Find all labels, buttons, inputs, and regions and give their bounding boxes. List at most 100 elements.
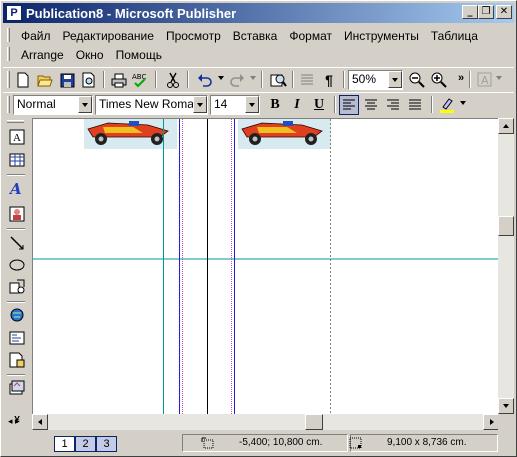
redo-icon[interactable] <box>227 70 247 90</box>
menu-view[interactable]: Просмотр <box>160 28 227 44</box>
vertical-scroll-thumb[interactable] <box>498 216 514 236</box>
html-fragment-icon[interactable] <box>7 350 27 370</box>
design-gallery-icon[interactable] <box>7 378 27 398</box>
menu-insert[interactable]: Вставка <box>227 28 284 44</box>
find-icon[interactable] <box>268 70 288 90</box>
zoom-in-icon[interactable] <box>429 70 449 90</box>
window-title: Publication8 - Microsoft Publisher <box>26 5 237 21</box>
size-icon <box>349 437 363 452</box>
menu-arrange[interactable]: Arrange <box>15 47 70 63</box>
zoom-out-icon[interactable] <box>407 70 427 90</box>
justify-icon <box>409 99 421 110</box>
restore-button[interactable]: ❐ <box>478 5 494 19</box>
line-icon[interactable] <box>7 233 27 253</box>
minimize-button[interactable]: _ <box>462 5 478 19</box>
zoom-select[interactable]: 50% <box>348 70 403 90</box>
menu-window[interactable]: Окно <box>70 47 110 63</box>
page-tab-1[interactable]: 1 <box>54 436 75 452</box>
pilcrow-icon[interactable]: ¶ <box>319 70 339 90</box>
underline-button[interactable]: U <box>309 95 329 115</box>
objects-toolbar: A A ¥ <box>3 118 30 432</box>
form-control-icon[interactable] <box>7 328 27 348</box>
highlight-icon[interactable] <box>437 95 457 115</box>
title-bar[interactable]: P Publication8 - Microsoft Publisher _ ❐… <box>3 3 514 23</box>
columns-icon[interactable] <box>297 70 317 90</box>
print-icon[interactable] <box>109 70 129 90</box>
bold-button[interactable]: B <box>265 95 285 115</box>
new-icon[interactable] <box>13 70 33 90</box>
scroll-down-button[interactable] <box>498 398 514 414</box>
custom-shapes-icon[interactable] <box>7 277 27 297</box>
menu-table[interactable]: Таблица <box>425 28 484 44</box>
menu-grip[interactable] <box>7 28 10 42</box>
format-painter-icon[interactable]: A <box>475 70 495 90</box>
horizontal-scrollbar[interactable] <box>32 414 499 430</box>
hot-spot-icon[interactable] <box>7 305 27 325</box>
race-car-image-right[interactable] <box>238 119 331 149</box>
menu-format[interactable]: Формат <box>283 28 338 44</box>
cut-icon[interactable] <box>163 70 183 90</box>
publisher-app-icon[interactable]: P <box>6 5 22 21</box>
publication-canvas[interactable] <box>32 118 499 414</box>
scroll-left-button[interactable] <box>32 414 48 430</box>
close-button[interactable]: ✕ <box>496 5 512 19</box>
toolbar-grip-2[interactable] <box>7 96 10 113</box>
zoom-dropdown-button[interactable] <box>388 71 402 88</box>
app-window: P Publication8 - Microsoft Publisher _ ❐… <box>0 0 517 457</box>
standard-toolbar: ABC ¶ 50% » A <box>3 67 514 91</box>
status-bar: 1 2 3 -5,400; 10,800 cm. 9,100 x 8,736 c… <box>3 432 514 454</box>
undo-icon[interactable] <box>195 70 215 90</box>
font-select[interactable]: Times New Roman <box>95 95 208 115</box>
zoom-value: 50% <box>352 72 377 86</box>
highlight-dropdown[interactable] <box>460 101 466 105</box>
table-frame-icon[interactable] <box>7 150 27 170</box>
spelling-icon[interactable]: ABC <box>131 70 151 90</box>
scroll-up-button[interactable] <box>498 118 514 134</box>
page-tab-3[interactable]: 3 <box>96 436 117 452</box>
align-right-button[interactable] <box>383 95 403 115</box>
align-center-icon <box>365 99 377 110</box>
toolbar-options-icon[interactable]: » <box>458 72 464 84</box>
menu-edit[interactable]: Редактирование <box>57 28 160 44</box>
page-tab-2[interactable]: 2 <box>75 436 96 452</box>
scroll-right-button[interactable] <box>483 414 499 430</box>
style-dropdown-button[interactable] <box>78 96 92 113</box>
objects-toolbar-grip[interactable] <box>7 120 24 123</box>
scroll-corner <box>498 414 514 430</box>
redo-dropdown[interactable] <box>250 76 256 80</box>
objects-scroll-arrows[interactable]: ◂ ▸ <box>8 416 20 427</box>
svg-text:A: A <box>13 132 21 144</box>
toolbar-grip[interactable] <box>7 71 10 88</box>
font-size-dropdown-button[interactable] <box>245 96 259 113</box>
picture-frame-icon[interactable] <box>7 204 27 224</box>
size-text: 9,100 x 8,736 cm. <box>387 437 467 448</box>
vertical-scrollbar[interactable] <box>498 118 514 414</box>
font-value: Times New Roman <box>99 97 201 111</box>
align-left-button[interactable] <box>339 95 359 115</box>
save-icon[interactable] <box>57 70 77 90</box>
horizontal-scroll-thumb[interactable] <box>305 414 323 430</box>
menu-help[interactable]: Помощь <box>110 47 168 63</box>
menu-bar: Файл Редактирование Просмотр Вставка Фор… <box>3 25 514 67</box>
page-guides <box>33 119 499 414</box>
italic-button[interactable]: I <box>287 95 307 115</box>
oval-icon[interactable] <box>7 255 27 275</box>
undo-dropdown[interactable] <box>218 76 224 80</box>
menu-grip-2[interactable] <box>7 47 10 61</box>
format-painter-dropdown[interactable] <box>496 76 502 80</box>
style-select[interactable]: Normal <box>13 95 93 115</box>
print-preview-icon[interactable] <box>79 70 99 90</box>
open-icon[interactable] <box>35 70 55 90</box>
align-left-icon <box>343 99 355 110</box>
menu-tools[interactable]: Инструменты <box>338 28 425 44</box>
select-text-icon[interactable]: A <box>7 127 27 147</box>
font-dropdown-button[interactable] <box>193 96 207 113</box>
wordart-icon[interactable]: A <box>7 178 27 198</box>
formatting-toolbar: Normal Times New Roman 14 B I U <box>3 92 514 116</box>
font-size-select[interactable]: 14 <box>210 95 260 115</box>
position-text: -5,400; 10,800 cm. <box>239 437 323 448</box>
menu-file[interactable]: Файл <box>15 28 57 44</box>
justify-button[interactable] <box>405 95 425 115</box>
align-center-button[interactable] <box>361 95 381 115</box>
font-size-value: 14 <box>214 97 228 111</box>
